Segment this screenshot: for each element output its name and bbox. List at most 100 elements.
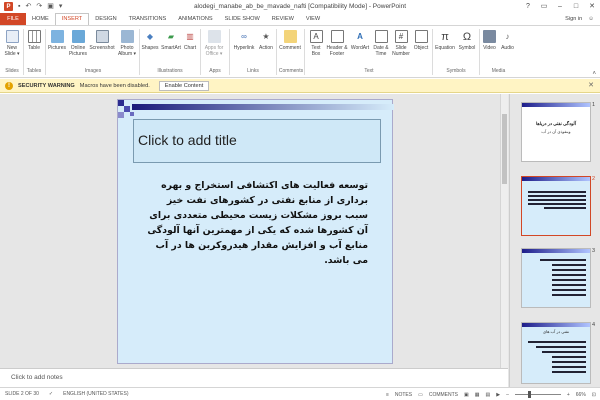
pictures-button[interactable]: Pictures bbox=[47, 30, 67, 51]
group-label-links: Links bbox=[247, 68, 259, 74]
tab-home[interactable]: HOME bbox=[26, 13, 55, 25]
slide-thumbnail-3[interactable] bbox=[521, 248, 591, 308]
smartart-icon: ▰ bbox=[167, 31, 175, 41]
smartart-button[interactable]: ▰ SmartArt bbox=[160, 30, 182, 51]
chart-icon: ▥ bbox=[186, 31, 194, 41]
thumbnail-title: آلودگی نفتی در دریاها bbox=[536, 121, 576, 126]
slide-thumbnail-1[interactable]: آلودگی نفتی در دریاها وبنفوذی آن در آب bbox=[521, 102, 591, 162]
user-icon[interactable]: ☺ bbox=[588, 13, 594, 25]
action-button[interactable]: ★ Action bbox=[257, 30, 275, 51]
wordart-button[interactable]: A WordArt bbox=[349, 30, 371, 51]
symbol-button[interactable]: Ω Symbol bbox=[457, 30, 477, 51]
shapes-button[interactable]: ◆ Shapes bbox=[141, 30, 159, 51]
apps-for-office-button[interactable]: Apps for Office ▾ bbox=[202, 30, 226, 57]
header-footer-icon bbox=[330, 30, 344, 43]
close-icon[interactable]: ✕ bbox=[588, 81, 594, 89]
thumbnail-number: 1 bbox=[592, 102, 596, 108]
shapes-icon: ◆ bbox=[146, 31, 154, 41]
header-footer-button[interactable]: Header & Footer bbox=[326, 30, 348, 57]
group-label-media: Media bbox=[491, 68, 506, 74]
thumbnail-text-line bbox=[528, 203, 586, 205]
notes-button[interactable]: NOTES bbox=[395, 392, 412, 398]
slide-body-text[interactable]: توسعه فعالیت های اکتشافی استخراج و بهره … bbox=[146, 178, 368, 268]
notes-pane[interactable]: Click to add notes bbox=[0, 368, 508, 387]
group-label-symbols: Symbols bbox=[446, 68, 466, 74]
picture-icon bbox=[50, 30, 64, 43]
date-time-button[interactable]: Date & Time bbox=[372, 30, 390, 57]
fit-to-window-icon[interactable]: ⊡ bbox=[592, 392, 596, 398]
zoom-level[interactable]: 66% bbox=[576, 392, 586, 398]
slide-number-button[interactable]: # Slide Number bbox=[391, 30, 411, 57]
thumbnail-title: نفتی در آب های bbox=[542, 329, 570, 334]
status-bar: SLIDE 2 OF 30 ✓ ENGLISH (UNITED STATES) … bbox=[0, 387, 600, 400]
slide-header-decoration bbox=[118, 100, 394, 118]
ribbon-separator bbox=[139, 29, 140, 75]
zoom-out-icon[interactable]: – bbox=[506, 392, 509, 398]
ribbon-tabs: FILE HOME INSERT DESIGN TRANSITIONS ANIM… bbox=[0, 13, 600, 25]
text-box-button[interactable]: A Text Box bbox=[307, 30, 325, 57]
object-button[interactable]: Object bbox=[412, 30, 430, 51]
comments-button[interactable]: COMMENTS bbox=[429, 392, 458, 398]
zoom-in-icon[interactable]: + bbox=[567, 392, 570, 398]
zoom-slider-knob[interactable] bbox=[527, 391, 531, 398]
thumbnail-text-line bbox=[528, 199, 586, 201]
thumbnail-text-line bbox=[552, 274, 586, 276]
slide-thumbnail-4[interactable]: نفتی در آب های bbox=[521, 322, 591, 384]
security-warning-bar: ! SECURITY WARNING Macros have been disa… bbox=[0, 79, 600, 93]
slide-sorter-icon[interactable]: ▦ bbox=[475, 392, 480, 398]
sign-in-link[interactable]: Sign in bbox=[565, 13, 582, 25]
help-button[interactable]: ? bbox=[520, 0, 536, 13]
comment-button[interactable]: Comment bbox=[278, 30, 302, 51]
language-indicator[interactable]: ENGLISH (UNITED STATES) bbox=[63, 391, 128, 397]
equation-button[interactable]: π Equation bbox=[434, 30, 456, 51]
ribbon-display-button[interactable]: ▭ bbox=[536, 0, 552, 13]
chart-button[interactable]: ▥ Chart bbox=[182, 30, 198, 51]
slide-editing-pane: Click to add title توسعه فعالیت های اکتش… bbox=[0, 94, 508, 368]
video-button[interactable]: Video bbox=[481, 30, 498, 51]
ribbon-separator bbox=[45, 29, 46, 75]
calendar-icon bbox=[374, 30, 388, 43]
audio-button[interactable]: ♪ Audio bbox=[499, 30, 516, 51]
vertical-scrollbar[interactable] bbox=[500, 94, 508, 368]
new-slide-icon bbox=[5, 30, 19, 43]
thumbnail-text-line bbox=[540, 259, 586, 261]
tab-transitions[interactable]: TRANSITIONS bbox=[123, 13, 173, 25]
online-pictures-button[interactable]: Online Pictures bbox=[67, 30, 89, 57]
thumbnail-text-line bbox=[552, 269, 586, 271]
tab-design[interactable]: DESIGN bbox=[89, 13, 122, 25]
minimize-button[interactable]: – bbox=[552, 0, 568, 13]
tab-file[interactable]: FILE bbox=[0, 13, 26, 25]
thumbnail-text-line bbox=[542, 351, 586, 353]
reading-view-icon[interactable]: ▤ bbox=[485, 392, 490, 398]
thumbnail-text-line bbox=[552, 284, 586, 286]
hyperlink-button[interactable]: ∞ Hyperlink bbox=[231, 30, 257, 51]
slide-thumbnail-2[interactable] bbox=[521, 176, 591, 236]
new-slide-button[interactable]: New Slide ▾ bbox=[3, 30, 21, 57]
tab-view[interactable]: VIEW bbox=[300, 13, 326, 25]
thumbnail-text-line bbox=[552, 366, 586, 368]
ribbon-separator bbox=[23, 29, 24, 75]
maximize-button[interactable]: □ bbox=[568, 0, 584, 13]
slide-counter: SLIDE 2 OF 30 bbox=[5, 391, 39, 397]
table-button[interactable]: Table bbox=[25, 30, 43, 51]
tab-insert[interactable]: INSERT bbox=[54, 13, 90, 25]
scrollbar-thumb[interactable] bbox=[502, 114, 507, 184]
zoom-slider[interactable] bbox=[514, 391, 561, 398]
title-bar: P ▪ ↶ ↷ ▣ ▾ alodegi_manabe_ab_be_mavade_… bbox=[0, 0, 600, 13]
tab-review[interactable]: REVIEW bbox=[266, 13, 300, 25]
wordart-icon: A bbox=[357, 31, 363, 41]
normal-view-icon[interactable]: ▣ bbox=[464, 392, 469, 398]
photo-album-button[interactable]: Photo Album ▾ bbox=[116, 30, 138, 57]
tab-slide-show[interactable]: SLIDE SHOW bbox=[219, 13, 266, 25]
spell-check-icon[interactable]: ✓ bbox=[49, 391, 53, 397]
title-placeholder[interactable]: Click to add title bbox=[133, 119, 381, 163]
enable-content-button[interactable]: Enable Content bbox=[158, 80, 210, 91]
tab-animations[interactable]: ANIMATIONS bbox=[172, 13, 218, 25]
ribbon-separator bbox=[200, 29, 201, 75]
slideshow-icon[interactable]: ▶ bbox=[496, 392, 500, 398]
current-slide[interactable]: Click to add title توسعه فعالیت های اکتش… bbox=[117, 99, 394, 364]
slide-number-icon: # bbox=[394, 30, 408, 43]
screenshot-button[interactable]: Screenshot bbox=[89, 30, 115, 51]
close-button[interactable]: ✕ bbox=[584, 0, 600, 13]
ribbon-separator bbox=[276, 29, 277, 75]
